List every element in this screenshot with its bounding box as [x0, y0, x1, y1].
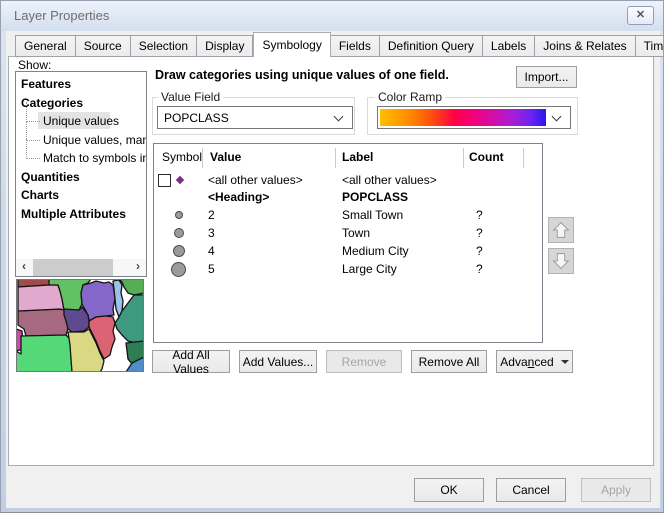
color-ramp-combobox[interactable]	[377, 106, 571, 129]
tree-item-match-to-symbols[interactable]: Match to symbols in a	[43, 149, 147, 167]
apply-button: Apply	[581, 478, 651, 502]
scroll-right-icon[interactable]: ›	[130, 259, 146, 276]
show-tree-list: Features Categories Unique values Unique…	[15, 71, 147, 277]
tab-display[interactable]: Display	[197, 35, 253, 57]
tree-item-unique-values-many[interactable]: Unique values, many	[43, 131, 147, 149]
graduated-circle-icon[interactable]	[175, 211, 183, 219]
cancel-button[interactable]: Cancel	[496, 478, 566, 502]
graduated-circle-icon[interactable]	[174, 228, 184, 238]
remove-all-button[interactable]: Remove All	[411, 350, 487, 373]
tab-time[interactable]: Time	[636, 35, 664, 57]
table-row-value-4[interactable]: 4 Medium City ?	[154, 243, 542, 260]
map-preview	[16, 279, 144, 372]
point-symbol-icon[interactable]	[176, 176, 184, 184]
add-values-button[interactable]: Add Values...	[239, 350, 317, 373]
scroll-left-icon[interactable]: ‹	[16, 259, 32, 276]
tab-strip: General Source Selection Display Symbolo…	[15, 34, 664, 57]
value-field-value: POPCLASS	[158, 111, 335, 125]
graduated-circle-icon[interactable]	[173, 245, 185, 257]
table-row-heading[interactable]: <Heading> POPCLASS	[154, 189, 542, 206]
ok-button[interactable]: OK	[414, 478, 484, 502]
column-header-symbol[interactable]: Symbol	[162, 150, 202, 164]
title-bar[interactable]: Layer Properties ✕	[1, 1, 664, 31]
chevron-down-icon	[334, 111, 344, 121]
column-divider	[335, 148, 336, 168]
value-field-label: Value Field	[158, 90, 223, 104]
column-header-count[interactable]: Count	[469, 150, 504, 164]
column-divider	[463, 148, 464, 168]
panel-heading: Draw categories using unique values of o…	[155, 68, 449, 82]
scrollbar-thumb[interactable]	[33, 259, 113, 276]
column-divider	[523, 148, 524, 168]
tab-selection[interactable]: Selection	[131, 35, 197, 57]
add-all-values-button[interactable]: Add All Values	[152, 350, 230, 373]
tree-item-multiple-attributes[interactable]: Multiple Attributes	[21, 205, 126, 223]
dropdown-arrow-icon	[561, 360, 569, 364]
table-row-value-5[interactable]: 5 Large City ?	[154, 261, 542, 278]
table-row-all-other-values[interactable]: <all other values> <all other values>	[154, 172, 542, 189]
tab-source[interactable]: Source	[76, 35, 131, 57]
column-header-value[interactable]: Value	[210, 150, 241, 164]
chevron-down-icon	[552, 111, 562, 121]
advanced-button[interactable]: Advanced	[496, 350, 573, 373]
show-label: Show:	[18, 58, 51, 72]
tree-item-charts[interactable]: Charts	[21, 186, 59, 204]
color-ramp-label: Color Ramp	[375, 90, 445, 104]
close-button[interactable]: ✕	[627, 6, 654, 25]
tab-joins-relates[interactable]: Joins & Relates	[535, 35, 635, 57]
graduated-circle-icon[interactable]	[171, 262, 186, 277]
all-other-values-checkbox[interactable]	[158, 174, 171, 187]
value-field-combobox[interactable]: POPCLASS	[157, 106, 353, 129]
tab-general[interactable]: General	[15, 35, 76, 57]
tab-symbology[interactable]: Symbology	[253, 32, 330, 57]
up-arrow-icon	[549, 217, 573, 243]
tab-fields[interactable]: Fields	[331, 35, 380, 57]
layer-properties-dialog: Layer Properties ✕ General Source Select…	[0, 0, 664, 513]
move-up-button[interactable]	[548, 217, 574, 243]
column-header-label[interactable]: Label	[342, 150, 373, 164]
import-button[interactable]: Import...	[516, 66, 577, 88]
column-divider	[202, 148, 203, 168]
tab-labels[interactable]: Labels	[483, 35, 535, 57]
dialog-title: Layer Properties	[14, 8, 109, 23]
map-preview-image	[16, 279, 144, 372]
down-arrow-icon	[549, 248, 573, 274]
close-icon: ✕	[636, 9, 645, 21]
tree-item-features[interactable]: Features	[21, 75, 71, 93]
move-down-button[interactable]	[548, 248, 574, 274]
unique-values-table: Symbol Value Label Count <all other valu…	[153, 143, 543, 343]
tab-definition-query[interactable]: Definition Query	[380, 35, 483, 57]
tree-item-unique-values[interactable]: Unique values	[43, 112, 119, 130]
table-row-value-2[interactable]: 2 Small Town ?	[154, 207, 542, 224]
tree-item-quantities[interactable]: Quantities	[21, 168, 80, 186]
table-row-value-3[interactable]: 3 Town ?	[154, 225, 542, 242]
tree-horizontal-scrollbar[interactable]: ‹ ›	[16, 259, 146, 276]
remove-button: Remove	[326, 350, 402, 373]
color-ramp-swatch	[380, 109, 546, 126]
